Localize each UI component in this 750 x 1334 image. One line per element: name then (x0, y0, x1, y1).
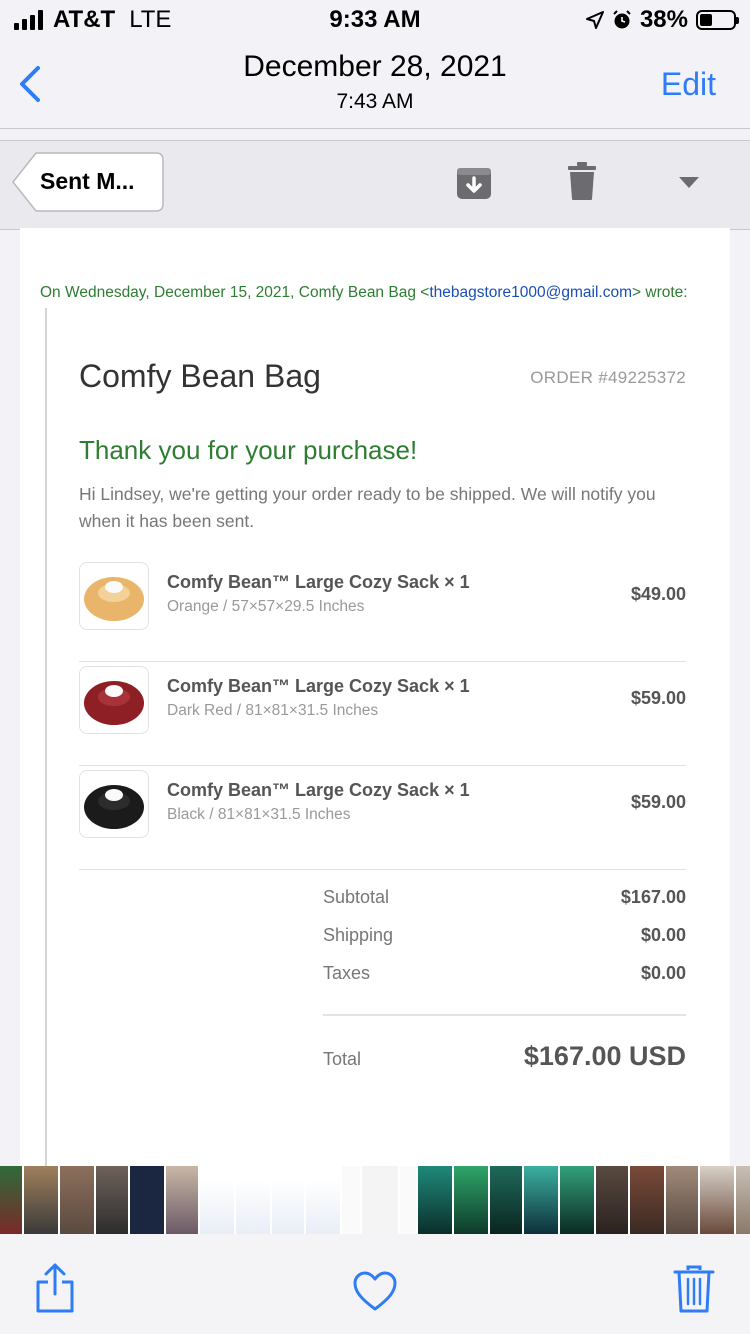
battery-percent: 38% (639, 6, 688, 33)
line-item: Comfy Bean™ Large Cozy Sack × 1 Orange /… (79, 558, 686, 662)
subtotal-value: $167.00 (620, 887, 686, 907)
item-variant: Orange / 57×57×29.5 Inches (167, 598, 365, 615)
photo-thumbnail[interactable] (60, 1166, 94, 1234)
photo-thumbnail[interactable] (0, 1166, 22, 1234)
status-right: 38% (585, 6, 739, 34)
photo-thumbnail[interactable] (200, 1166, 234, 1234)
photo-thumbnail[interactable] (666, 1166, 698, 1234)
store-name: Comfy Bean Bag (79, 358, 321, 394)
photo-thumbnail[interactable] (96, 1166, 128, 1234)
archive-icon[interactable] (456, 164, 492, 200)
product-image (79, 770, 149, 838)
photo-strip[interactable] (0, 1166, 750, 1234)
photo-thumbnail[interactable] (306, 1166, 340, 1234)
message-toolbar: Sent M... (0, 140, 750, 230)
photo-thumbnail[interactable] (524, 1166, 558, 1234)
item-name: Comfy Bean™ Large Cozy Sack × 1 (167, 676, 470, 696)
thanks-heading: Thank you for your purchase! (79, 435, 418, 465)
photo-thumbnail[interactable] (560, 1166, 594, 1234)
mailbox-back-button[interactable]: Sent M... (12, 152, 164, 212)
alarm-icon (613, 10, 631, 29)
divider (79, 869, 686, 870)
quote-suffix: > wrote: (632, 284, 688, 301)
divider (323, 1014, 686, 1016)
order-number: ORDER #49225372 (530, 368, 686, 387)
photo-thumbnail[interactable] (418, 1166, 452, 1234)
more-chevron-icon[interactable] (679, 177, 699, 189)
line-item: Comfy Bean™ Large Cozy Sack × 1 Black / … (79, 766, 686, 870)
intro-text: Hi Lindsey, we're getting your order rea… (79, 484, 656, 531)
email-body: On Wednesday, December 15, 2021, Comfy B… (20, 228, 730, 1166)
line-item: Comfy Bean™ Large Cozy Sack × 1 Dark Red… (79, 662, 686, 766)
photo-thumbnail[interactable] (736, 1166, 750, 1234)
item-variant: Black / 81×81×31.5 Inches (167, 806, 351, 823)
status-bar: AT&T LTE 9:33 AM 38% (0, 0, 750, 42)
shipping-label: Shipping (323, 925, 394, 945)
product-image (79, 562, 149, 630)
item-name: Comfy Bean™ Large Cozy Sack × 1 (167, 572, 470, 592)
photo-thumbnail[interactable] (362, 1166, 398, 1234)
delete-icon[interactable] (673, 1264, 715, 1314)
photo-thumbnail[interactable] (24, 1166, 58, 1234)
share-icon[interactable] (34, 1262, 76, 1314)
photo-thumbnail[interactable] (490, 1166, 522, 1234)
item-price: $49.00 (630, 584, 686, 604)
total-label: Total (323, 1049, 362, 1069)
nav-bar: December 28, 2021 7:43 AM Edit (0, 42, 750, 129)
battery-icon (696, 10, 739, 30)
photo-thumbnail[interactable] (342, 1166, 360, 1234)
taxes-label: Taxes (323, 963, 371, 983)
mailbox-label: Sent M... (40, 168, 135, 194)
taxes-value: $0.00 (640, 963, 686, 983)
subtotal-label: Subtotal (323, 887, 390, 907)
location-icon (585, 11, 604, 29)
product-image (79, 666, 149, 734)
bottom-toolbar (0, 1234, 750, 1334)
photo-thumbnail[interactable] (596, 1166, 628, 1234)
item-price: $59.00 (630, 792, 686, 812)
quote-bar (45, 308, 47, 1166)
photo-thumbnail[interactable] (630, 1166, 664, 1234)
photo-thumbnail[interactable] (236, 1166, 270, 1234)
photo-thumbnail[interactable] (166, 1166, 198, 1234)
photo-thumbnail[interactable] (272, 1166, 304, 1234)
total-value: $167.00 USD (523, 1041, 686, 1071)
edit-button[interactable]: Edit (661, 66, 716, 103)
item-variant: Dark Red / 81×81×31.5 Inches (167, 702, 379, 719)
photo-thumbnail[interactable] (130, 1166, 164, 1234)
message-time: 7:43 AM (336, 90, 414, 113)
quote-header: On Wednesday, December 15, 2021, Comfy B… (40, 284, 720, 302)
item-name: Comfy Bean™ Large Cozy Sack × 1 (167, 780, 470, 800)
trash-icon[interactable] (567, 161, 597, 201)
item-price: $59.00 (630, 688, 686, 708)
photo-thumbnail[interactable] (454, 1166, 488, 1234)
photo-thumbnail[interactable] (700, 1166, 734, 1234)
quote-prefix: On Wednesday, December 15, 2021, Comfy B… (40, 284, 430, 301)
message-date: December 28, 2021 (243, 50, 507, 83)
sender-email-link[interactable]: thebagstore1000@gmail.com (429, 284, 632, 301)
photo-thumbnail[interactable] (400, 1166, 416, 1234)
heart-icon[interactable] (352, 1270, 398, 1312)
shipping-value: $0.00 (640, 925, 686, 945)
